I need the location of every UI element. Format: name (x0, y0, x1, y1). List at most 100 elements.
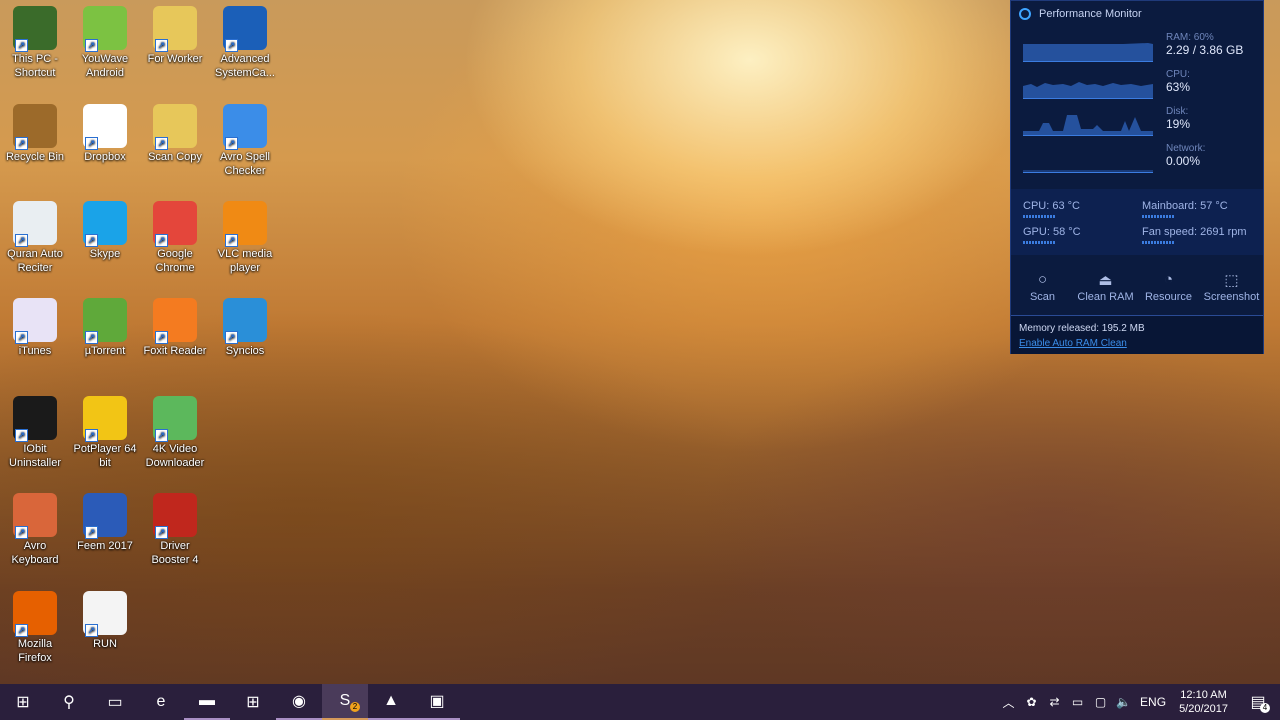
desktop-icon[interactable]: ↗ Quran Auto Reciter (1, 201, 69, 275)
network-icon[interactable]: ▢ (1089, 695, 1112, 709)
potplayer-icon: ↗ (83, 396, 127, 442)
skype-icon: ↗ (83, 201, 127, 247)
gpu-temp-bar (1023, 241, 1055, 244)
chrome-icon: ◉ (292, 693, 306, 710)
taskbar-vlc-button[interactable]: ▲ (368, 684, 414, 720)
desktop-icon[interactable]: ↗ 4K Video Downloader (141, 396, 209, 470)
shortcut-arrow-icon: ↗ (85, 331, 98, 344)
shortcut-arrow-icon: ↗ (15, 234, 28, 247)
disk-graph-row: Disk: 19% (1023, 105, 1253, 139)
magnifier-icon: ○ (1037, 271, 1048, 288)
gpu-temp-sensor: GPU: 58 °C (1023, 226, 1081, 244)
tray-app-icon[interactable]: ✿ (1020, 695, 1043, 709)
desktop-icon-label: Quran Auto Reciter (7, 248, 63, 274)
taskbar-chrome-button[interactable]: ◉ (276, 684, 322, 720)
android-icon: ↗ (83, 6, 127, 52)
mainboard-temp-bar (1142, 215, 1174, 218)
taskbar-search-button[interactable]: ⚲ (46, 684, 92, 720)
resource-button[interactable]: ◔ Resource (1137, 263, 1200, 313)
shortcut-arrow-icon: ↗ (15, 624, 28, 637)
desktop-icon[interactable]: ↗ µTorrent (71, 298, 139, 358)
mainboard-temp-label: Mainboard: 57 °C (1142, 200, 1228, 212)
desktop-icon[interactable]: ↗ Recycle Bin (1, 104, 69, 164)
desktop-icon[interactable]: ↗ PotPlayer 64 bit (71, 396, 139, 470)
network-graph (1023, 170, 1153, 173)
desktop-icon-label: Feem 2017 (77, 540, 133, 552)
taskbar-file-explorer-button[interactable]: ▬ (184, 684, 230, 720)
desktop-icon[interactable]: ↗ Mozilla Firefox (1, 591, 69, 665)
taskbar-skype-button[interactable]: S2 (322, 684, 368, 720)
desktop-icon[interactable]: ↗ Scan Copy (141, 104, 209, 164)
desktop-icon-label: Mozilla Firefox (17, 638, 53, 664)
desktop-icon[interactable]: ↗ IObit Uninstaller (1, 396, 69, 470)
gauge-icon: ◔ (1163, 271, 1174, 288)
desktop-icon[interactable]: ↗ iTunes (1, 298, 69, 358)
shortcut-arrow-icon: ↗ (225, 331, 238, 344)
desktop-icon-label: Scan Copy (148, 151, 202, 163)
shortcut-arrow-icon: ↗ (155, 234, 168, 247)
scan-button[interactable]: ○ Scan (1011, 263, 1074, 313)
screenshot-button[interactable]: ⬚ Screenshot (1200, 263, 1263, 313)
desktop-icon-label: VLC media player (217, 248, 273, 274)
advanced-systemcare-icon: ↗ (223, 6, 267, 52)
shortcut-arrow-icon: ↗ (155, 39, 168, 52)
desktop-icon[interactable]: ↗ Google Chrome (141, 201, 209, 275)
desktop-icon[interactable]: ↗ RUN (71, 591, 139, 651)
ram-graph (1023, 43, 1153, 62)
skype-badge: 2 (350, 702, 360, 712)
foxit-pdf-icon: ↗ (153, 298, 197, 344)
scan-label: Scan (1029, 291, 1056, 303)
desktop-icon[interactable]: ↗ VLC media player (211, 201, 279, 275)
shortcut-arrow-icon: ↗ (225, 137, 238, 150)
taskbar-edge-button[interactable]: e (138, 684, 184, 720)
desktop-icon-label: YouWave Android (81, 53, 129, 79)
enable-auto-ram-clean-link[interactable]: Enable Auto RAM Clean (1019, 338, 1127, 349)
desktop-icon[interactable]: ↗ Avro Keyboard (1, 493, 69, 567)
network-value: 0.00% (1166, 154, 1201, 168)
desktop-icon-label: µTorrent (84, 345, 126, 357)
action-center-button[interactable]: ▤ 4 (1236, 684, 1280, 720)
desktop-icon-label: Google Chrome (155, 248, 195, 274)
cpu-temp-bar (1023, 215, 1055, 218)
clock[interactable]: 12:10 AM 5/20/2017 (1171, 688, 1236, 716)
folder-icon: ↗ (153, 6, 197, 52)
avro-keyboard-icon: ↗ (13, 493, 57, 539)
taskbar-task-view-button[interactable]: ▭ (92, 684, 138, 720)
desktop-icon[interactable]: ↗ Dropbox (71, 104, 139, 164)
desktop-icon[interactable]: ↗ Syncios (211, 298, 279, 358)
show-hidden-icons-chevron-icon[interactable]: ︿ (997, 694, 1020, 711)
cpu-graph-row: CPU: 63% (1023, 68, 1253, 102)
fan-speed-sensor: Fan speed: 2691 rpm (1142, 226, 1247, 244)
desktop-icon[interactable]: ↗ For Worker (141, 6, 209, 66)
battery-icon[interactable]: ▭ (1066, 695, 1089, 709)
checkmark-icon: ↗ (223, 104, 267, 150)
taskbar-syncios-button[interactable]: ▣ (414, 684, 460, 720)
desktop-icon[interactable]: ↗ Driver Booster 4 (141, 493, 209, 567)
desktop-icon[interactable]: ↗ Avro Spell Checker (211, 104, 279, 178)
mainboard-temp-sensor: Mainboard: 57 °C (1142, 200, 1228, 218)
desktop-icon[interactable]: ↗ Feem 2017 (71, 493, 139, 553)
recycle-bin-icon: ↗ (13, 104, 57, 150)
store-icon: ⊞ (246, 694, 260, 711)
shortcut-arrow-icon: ↗ (225, 39, 238, 52)
clean-ram-button[interactable]: ⏏ Clean RAM (1074, 263, 1137, 313)
desktop-icon[interactable]: ↗ Foxit Reader (141, 298, 209, 358)
language-indicator[interactable]: ENG (1135, 695, 1171, 709)
shortcut-arrow-icon: ↗ (85, 39, 98, 52)
shortcut-arrow-icon: ↗ (15, 331, 28, 344)
taskbar-store-button[interactable]: ⊞ (230, 684, 276, 720)
memory-released-text: Memory released: 195.2 MB (1019, 323, 1145, 334)
desktop-icon-label: For Worker (147, 53, 203, 65)
desktop-icon[interactable]: ↗ YouWave Android (71, 6, 139, 80)
clock-time: 12:10 AM (1180, 689, 1227, 701)
volume-icon[interactable]: 🔈 (1112, 695, 1135, 709)
desktop-icon-label: Foxit Reader (143, 345, 207, 357)
taskbar-windows-start-button[interactable]: ⊞ (0, 684, 46, 720)
folder-icon: ↗ (153, 104, 197, 150)
desktop-icon[interactable]: ↗ Advanced SystemCa... (211, 6, 279, 80)
desktop-icon[interactable]: ↗ This PC - Shortcut (1, 6, 69, 80)
desktop-icon[interactable]: ↗ Skype (71, 201, 139, 261)
tray-sync-icon[interactable]: ⇄ (1043, 695, 1066, 709)
feem-icon: ↗ (83, 493, 127, 539)
shortcut-arrow-icon: ↗ (15, 137, 28, 150)
